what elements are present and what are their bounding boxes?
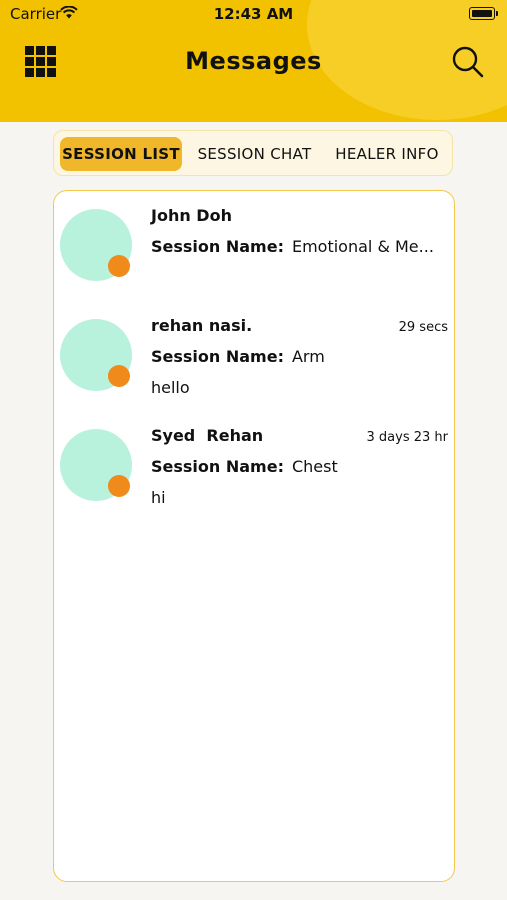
status-dot <box>108 475 130 497</box>
page-title: Messages <box>185 47 322 75</box>
session-name: Emotional & Me... <box>291 237 434 256</box>
avatar <box>60 319 132 391</box>
tab-session-chat[interactable]: SESSION CHAT <box>189 137 320 171</box>
last-message: hello <box>151 378 190 397</box>
timestamp: 29 secs <box>398 320 448 335</box>
user-name: rehan nasi. <box>151 316 253 335</box>
user-name: Syed Rehan <box>151 426 264 445</box>
session-name: Chest <box>291 457 338 476</box>
last-message: hi <box>151 488 166 507</box>
tab-session-list[interactable]: SESSION LIST <box>60 137 182 171</box>
avatar <box>60 209 132 281</box>
session-name: Arm <box>291 347 325 366</box>
search-icon[interactable] <box>451 45 485 79</box>
status-bar: Carrier 12:43 AM <box>0 0 507 28</box>
session-label: Session Name: <box>151 237 284 256</box>
status-time: 12:43 AM <box>213 5 294 23</box>
app-header: Carrier 12:43 AM Messages <box>0 0 507 122</box>
user-name: John Doh <box>151 206 232 225</box>
list-item[interactable]: rehan nasi. 29 secs Session Name: Arm hel… <box>54 301 454 401</box>
battery-icon <box>469 7 498 20</box>
timestamp: 3 days 23 hr <box>366 430 448 445</box>
session-tabs: SESSION LIST SESSION CHAT HEALER INFO <box>53 130 453 176</box>
session-info: Session Name: Arm <box>151 347 325 366</box>
session-list: John Doh Session Name: Emotional & Me... … <box>53 190 455 882</box>
session-label: Session Name: <box>151 347 284 366</box>
session-info: Session Name: Chest <box>151 457 338 476</box>
session-info: Session Name: Emotional & Me... <box>151 237 434 256</box>
avatar <box>60 429 132 501</box>
session-label: Session Name: <box>151 457 284 476</box>
status-dot <box>108 255 130 277</box>
list-item[interactable]: John Doh Session Name: Emotional & Me... <box>54 191 454 291</box>
status-dot <box>108 365 130 387</box>
tab-healer-info[interactable]: HEALER INFO <box>326 137 448 171</box>
list-item[interactable]: Syed Rehan 3 days 23 hr Session Name: Che… <box>54 411 454 511</box>
